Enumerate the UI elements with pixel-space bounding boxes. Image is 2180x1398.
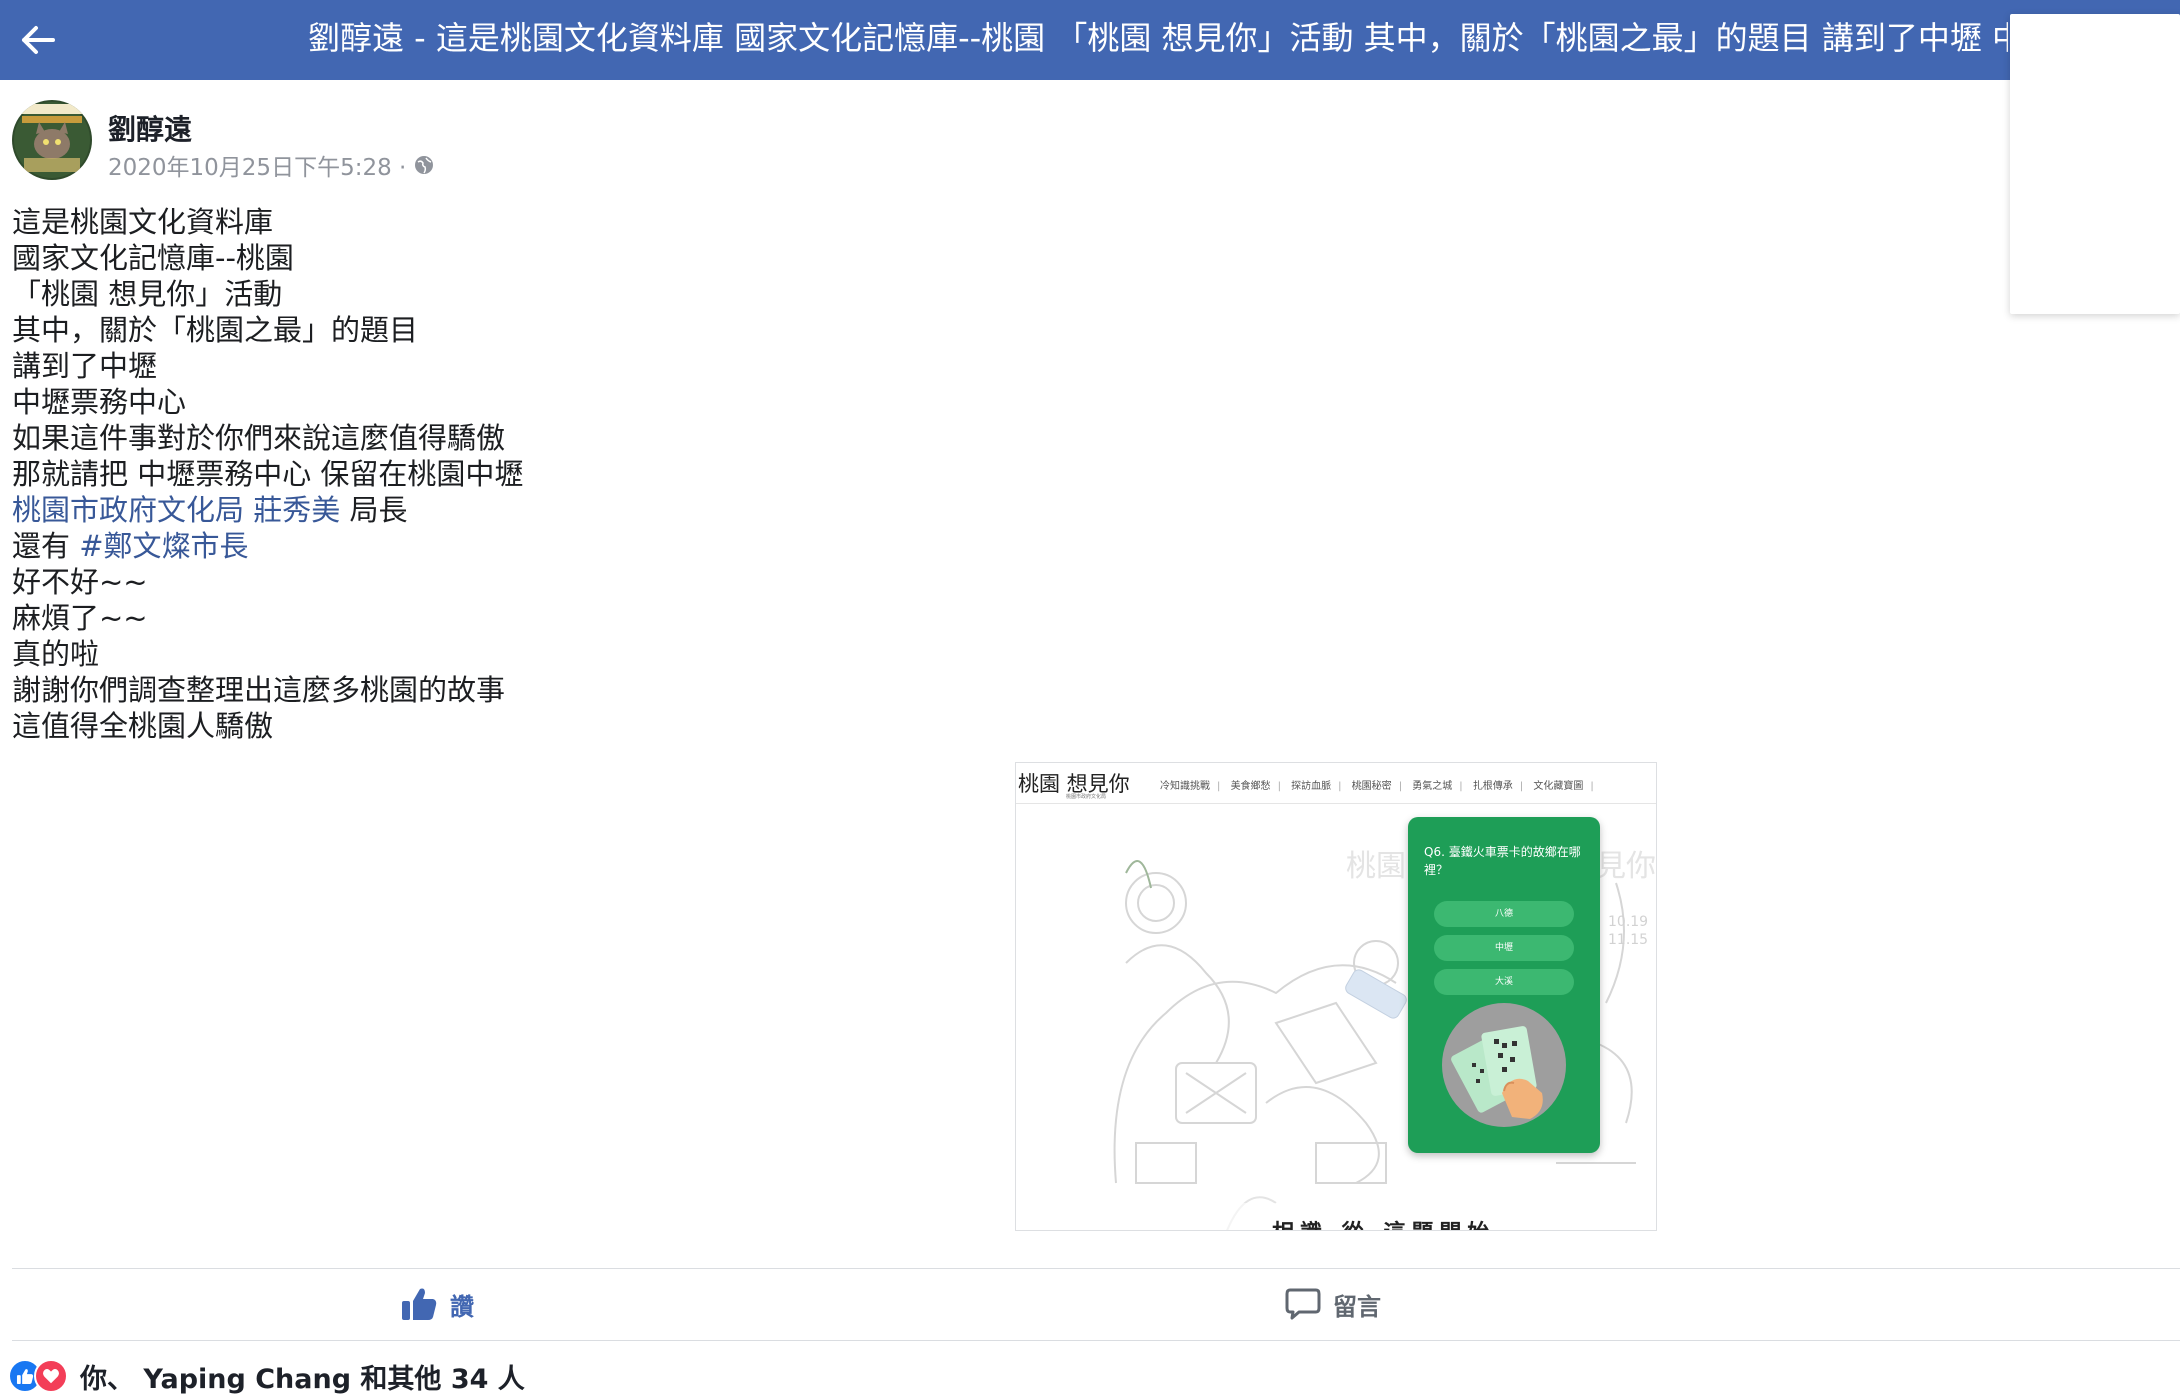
image-ghost-dates: 10.19 11.15 [1608,914,1649,948]
hashtag-link[interactable]: #鄭文燦市長 [79,529,248,563]
avatar[interactable] [12,100,92,180]
comment-button[interactable]: 留言 [1285,1284,1381,1324]
avatar-image [12,100,92,180]
image-ghost-title-left: 桃園 [1346,849,1406,884]
back-button[interactable] [12,14,64,66]
post-line: 其中，關於「桃園之最」的題目 [12,313,419,347]
quiz-question: Q6. 臺鐵火車票卡的故鄉在哪裡？ [1424,845,1581,877]
back-arrow-icon [22,26,55,54]
post-line: 真的啦 [12,637,100,671]
quiz-option: 大溪 [1434,969,1574,995]
post-meta: 2020年10月25日下午5:28 · [108,148,434,182]
post-line: 講到了中壢 [12,349,158,383]
comment-icon [1285,1288,1321,1320]
post-line: 「桃園 想見你」活動 [12,277,283,311]
globe-icon [415,156,434,174]
post-line: 這值得全桃園人驕傲 [12,709,274,743]
post-line: 這是桃園文化資料庫 [12,205,274,239]
reactions-summary[interactable]: 你、 Yaping Chang 和其他 34 人 [8,1358,525,1395]
post-line-tags: 桃園市政府文化局 莊秀美 局長 [12,492,523,528]
post-line: 謝謝你們調查整理出這麼多桃園的故事 [12,673,506,707]
post-line: 國家文化記憶庫--桃園 [12,241,294,275]
page-title: 劉醇遠 - 這是桃園文化資料庫 國家文化記憶庫--桃園 「桃園 想見你」活動 其… [308,19,2008,57]
divider [12,1340,2180,1341]
love-reaction-icon [34,1359,68,1393]
post-line: 那就請把 中壢票務中心 保留在桃園中壢 [12,457,524,491]
hashtag-prefix: 還有 [12,529,80,563]
tag-suffix: 局長 [340,493,408,527]
quiz-card: Q6. 臺鐵火車票卡的故鄉在哪裡？ 八德 中壢 大溪 [1408,817,1600,1153]
post-image[interactable]: 桃園 想見你 桃園市政府文化局 冷知識挑戰 | 美食鄉愁 | 探訪血脈 | 桃園秘密 |… [1015,762,1657,1231]
post-line: 中壢票務中心 [12,385,187,419]
reactions-text: 你、 Yaping Chang 和其他 34 人 [80,1363,525,1395]
post-line: 好不好~~ [12,565,148,599]
ticket-illustration [1442,1003,1566,1127]
top-bar: 劉醇遠 - 這是桃園文化資料庫 國家文化記憶庫--桃園 「桃園 想見你」活動 其… [0,0,2180,80]
tag-link-person[interactable]: 莊秀美 [253,493,340,527]
quiz-option: 八德 [1434,901,1574,927]
post-line: 如果這件事對於你們來說這麼值得驕傲 [12,421,506,455]
image-ghost-title-right: 見你 [1596,849,1656,884]
divider [12,1268,2180,1269]
thumbs-up-icon [402,1288,437,1320]
tag-link-culture-bureau[interactable]: 桃園市政府文化局 [12,493,244,527]
author-name[interactable]: 劉醇遠 [108,108,192,148]
post-timestamp[interactable]: 2020年10月25日下午5:28 · [108,148,406,182]
like-label: 讚 [450,1292,474,1321]
ticket-hand-icon [1451,1026,1543,1119]
image-bottom-text: 相識 從 這題開始 [1272,1215,1495,1230]
post-line: 麻煩了~~ [12,601,148,635]
comment-label: 留言 [1333,1292,1381,1321]
quiz-option: 中壢 [1434,935,1574,961]
overlay-panel [2010,14,2180,314]
like-button[interactable]: 讚 [400,1284,474,1324]
post-line-hashtag: 還有 #鄭文燦市長 [12,528,523,564]
post-text: 這是桃園文化資料庫 國家文化記憶庫--桃園 「桃園 想見你」活動 其中，關於「桃… [12,204,523,744]
